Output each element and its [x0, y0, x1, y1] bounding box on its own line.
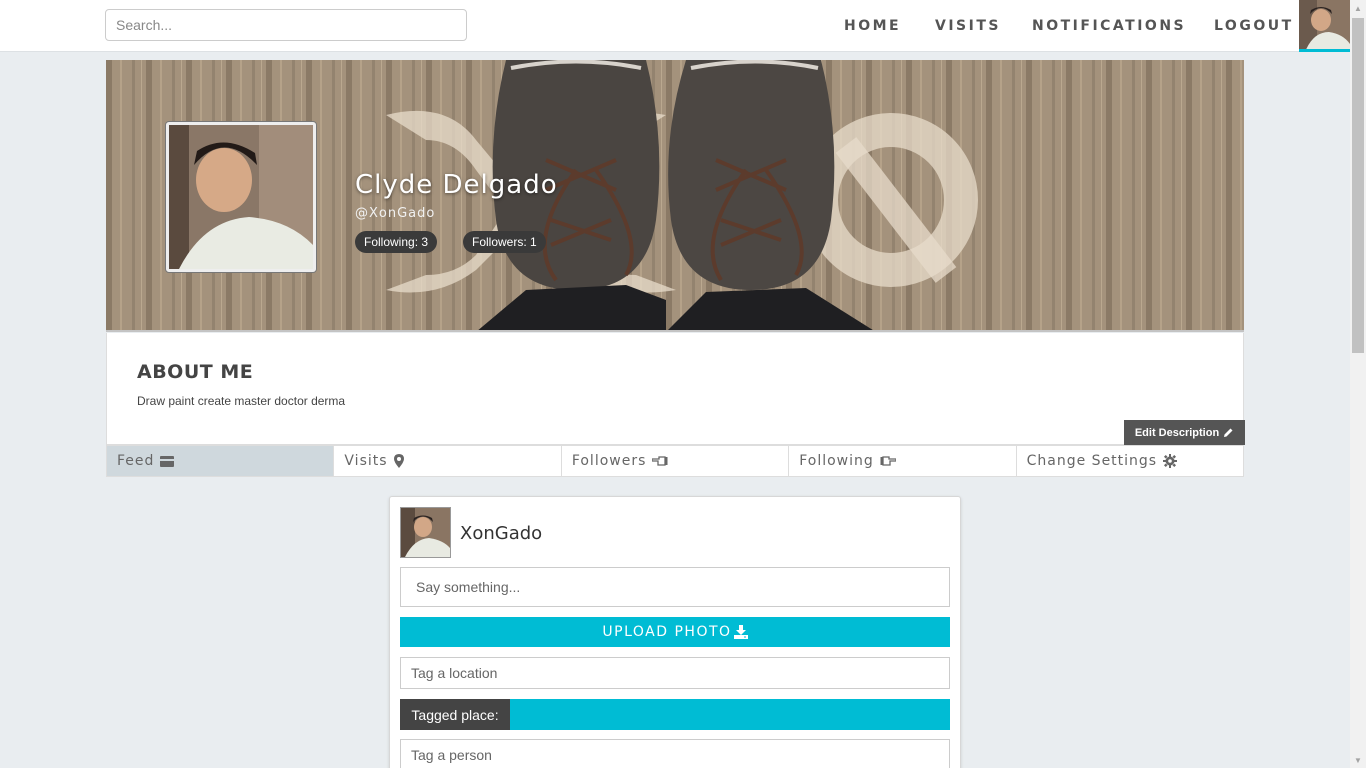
nav-home[interactable]: HOME — [844, 0, 901, 52]
about-title: ABOUT ME — [137, 361, 254, 383]
tab-following-label: Following — [799, 453, 874, 469]
profile-photo-image — [169, 125, 313, 269]
search-input[interactable] — [105, 9, 467, 41]
about-description: Draw paint create master doctor derma — [137, 394, 346, 408]
tab-change-settings-label: Change Settings — [1026, 453, 1158, 469]
followers-count-badge[interactable]: Followers: 1 — [463, 231, 546, 253]
tag-location-input[interactable] — [400, 657, 950, 689]
composer-avatar — [400, 507, 451, 558]
tagged-place-label: Tagged place: — [400, 699, 510, 730]
tag-person-input[interactable] — [400, 739, 950, 768]
tab-change-settings[interactable]: Change Settings — [1017, 446, 1243, 476]
tab-followers[interactable]: Followers — [562, 446, 790, 476]
composer-avatar-image — [401, 508, 450, 557]
tab-following[interactable]: Following — [789, 446, 1017, 476]
scroll-down-arrow-icon[interactable]: ▼ — [1350, 752, 1366, 768]
user-avatar[interactable] — [1299, 0, 1350, 52]
profile-name: Clyde Delgado — [355, 170, 558, 200]
nav-logout-link[interactable]: LOGOUT — [1214, 18, 1294, 34]
composer-username: XonGado — [460, 523, 543, 544]
about-section: ABOUT ME Draw paint create master doctor… — [106, 333, 1245, 445]
profile-photo[interactable] — [166, 122, 316, 272]
upload-photo-button[interactable]: UPLOAD PHOTO — [400, 617, 950, 647]
nav-notifications[interactable]: NOTIFICATIONS — [1032, 0, 1186, 52]
scroll-thumb[interactable] — [1352, 18, 1364, 353]
nav-visits-link[interactable]: VISITS — [935, 18, 1001, 34]
upload-photo-label: UPLOAD PHOTO — [602, 624, 732, 640]
nav-visits[interactable]: VISITS — [935, 0, 1001, 52]
edit-description-label: Edit Description — [1134, 426, 1220, 439]
profile-tabs: Feed Visits Followers Following Change S… — [106, 445, 1244, 477]
nav-home-link[interactable]: HOME — [844, 18, 901, 34]
top-navbar: HOME VISITS NOTIFICATIONS LOGOUT — [0, 0, 1350, 52]
tab-visits-label: Visits — [344, 453, 388, 469]
post-composer: XonGado UPLOAD PHOTO Tagged place: — [389, 496, 961, 768]
hand-pointing-left-icon — [652, 456, 668, 466]
tab-visits[interactable]: Visits — [334, 446, 562, 476]
tab-feed[interactable]: Feed — [107, 446, 335, 476]
cover-banner: Clyde Delgado @XonGado Following: 3 Foll… — [106, 60, 1244, 332]
tagged-place-bar: Tagged place: — [400, 699, 950, 730]
pencil-icon — [1224, 428, 1233, 437]
scroll-up-arrow-icon[interactable]: ▲ — [1350, 0, 1366, 16]
following-count-badge[interactable]: Following: 3 — [355, 231, 438, 253]
profile-handle: @XonGado — [355, 206, 436, 221]
hand-pointing-right-icon — [880, 456, 896, 466]
credit-card-icon — [160, 455, 175, 467]
page-scrollbar[interactable]: ▲ ▼ — [1350, 0, 1366, 768]
nav-notifications-link[interactable]: NOTIFICATIONS — [1032, 18, 1186, 34]
gear-icon — [1163, 454, 1178, 468]
nav-logout[interactable]: LOGOUT — [1214, 0, 1294, 52]
edit-description-button[interactable]: Edit Description — [1124, 420, 1245, 445]
tab-followers-label: Followers — [571, 453, 647, 469]
say-something-input[interactable] — [400, 567, 950, 607]
avatar-photo — [1299, 0, 1350, 49]
tab-feed-label: Feed — [117, 453, 155, 469]
download-icon — [733, 625, 748, 639]
map-marker-icon — [393, 454, 404, 468]
